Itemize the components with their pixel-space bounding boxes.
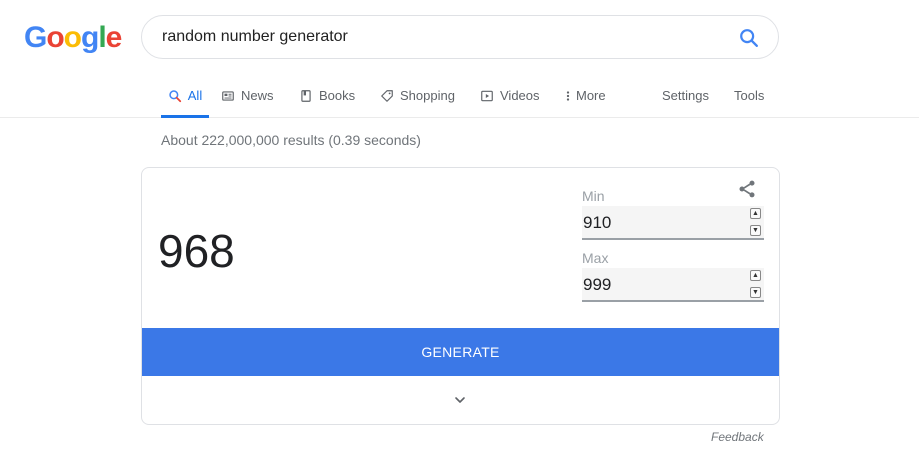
generate-button[interactable]: GENERATE [142,328,779,376]
decrement-button[interactable]: ▼ [750,225,761,236]
tab-label: Shopping [400,88,455,103]
tab-books[interactable]: Books [299,74,355,117]
tab-news[interactable]: News [221,74,274,117]
google-logo[interactable]: Google [24,20,122,56]
search-icon [169,89,181,102]
tab-more[interactable]: More [564,74,606,117]
tab-label: Videos [500,88,540,103]
increment-button[interactable]: ▲ [750,270,761,281]
tab-label: All [187,88,203,103]
more-vert-icon [566,90,570,101]
feedback-link[interactable]: Feedback [711,430,764,444]
tab-settings[interactable]: Settings [662,74,709,117]
share-icon[interactable] [737,179,757,199]
min-stepper[interactable]: ▲ ▼ [750,208,763,236]
min-value[interactable]: 910 [583,213,611,233]
tab-shopping[interactable]: Shopping [380,74,455,117]
decrement-button[interactable]: ▼ [750,287,761,298]
tab-label: Settings [662,88,709,103]
tab-label: More [576,88,606,103]
tab-tools[interactable]: Tools [734,74,764,117]
tag-icon [381,89,393,102]
tab-videos[interactable]: Videos [480,74,540,117]
min-field[interactable]: 910 ▲ ▼ [582,206,764,240]
max-field[interactable]: 999 ▲ ▼ [582,268,764,302]
search-bar[interactable]: random number generator [141,15,779,59]
search-icon[interactable] [738,27,760,49]
increment-button[interactable]: ▲ [750,208,761,219]
max-value[interactable]: 999 [583,275,611,295]
max-stepper[interactable]: ▲ ▼ [750,270,763,298]
result-stats: About 222,000,000 results (0.39 seconds) [161,132,421,148]
tab-label: Books [319,88,356,103]
chevron-down-icon[interactable] [452,392,468,408]
search-input[interactable]: random number generator [162,28,348,46]
random-number-generator-card: 968 Min 910 ▲ ▼ Max 999 ▲ ▼ GENERATE [141,167,780,425]
tab-all[interactable]: All [161,74,209,118]
play-icon [481,90,493,101]
news-icon [222,90,234,101]
tab-label: News [241,88,274,103]
generated-number: 968 [158,225,235,277]
books-icon [301,89,311,102]
google-search-page: Google random number generator All News … [0,0,919,467]
tab-label: Tools [734,88,765,103]
max-label: Max [582,250,609,266]
min-label: Min [582,188,605,204]
search-tabs: All News Books Shopping Videos More Sett… [0,74,919,118]
